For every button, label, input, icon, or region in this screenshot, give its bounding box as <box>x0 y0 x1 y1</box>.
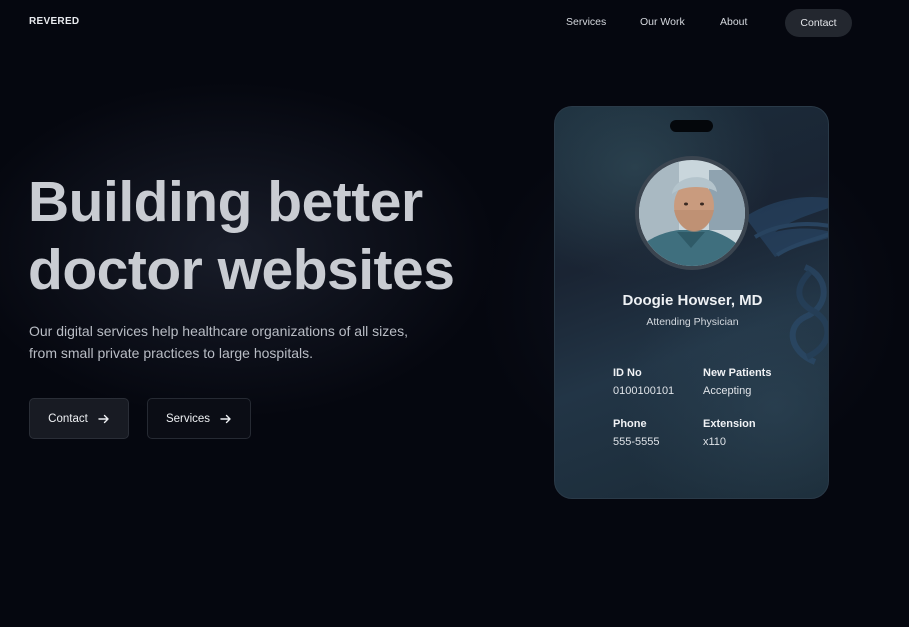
top-nav: REVERED Services Our Work About Contact <box>0 0 909 45</box>
arrow-right-icon <box>98 414 109 423</box>
contact-button[interactable]: Contact <box>29 398 129 439</box>
doctor-avatar-ring <box>635 156 749 270</box>
arrow-right-icon <box>220 414 231 423</box>
extension-value: x110 <box>703 436 727 448</box>
services-button[interactable]: Services <box>147 398 251 439</box>
id-no-value: 0100100101 <box>613 385 675 397</box>
doctor-avatar <box>639 160 745 266</box>
nav-link-our-work[interactable]: Our Work <box>640 16 685 28</box>
phone-value: 555-5555 <box>613 436 660 448</box>
badge-lanyard-slot <box>670 120 713 132</box>
new-patients-label: New Patients <box>703 367 772 379</box>
doctor-id-badge: Doogie Howser, MD Attending Physician ID… <box>554 106 829 499</box>
extension-label: Extension <box>703 418 756 430</box>
nav-contact-button[interactable]: Contact <box>785 9 852 37</box>
nav-link-services[interactable]: Services <box>566 16 606 28</box>
nav-link-about[interactable]: About <box>720 16 747 28</box>
id-no-label: ID No <box>613 367 642 379</box>
contact-button-label: Contact <box>48 412 88 425</box>
doctor-name: Doogie Howser, MD <box>622 292 763 309</box>
doctor-title: Attending Physician <box>646 316 739 328</box>
new-patients-value: Accepting <box>703 385 752 397</box>
services-button-label: Services <box>165 412 211 425</box>
phone-label: Phone <box>613 418 647 430</box>
brand-logo[interactable]: REVERED <box>29 16 79 27</box>
hero-headline: Building better doctor websites <box>28 168 455 304</box>
hero-headline-line-1: Building better <box>28 170 423 234</box>
hero-subtext: Our digital services help healthcare org… <box>29 323 408 361</box>
hero-headline-line-2: doctor websites <box>28 238 455 302</box>
